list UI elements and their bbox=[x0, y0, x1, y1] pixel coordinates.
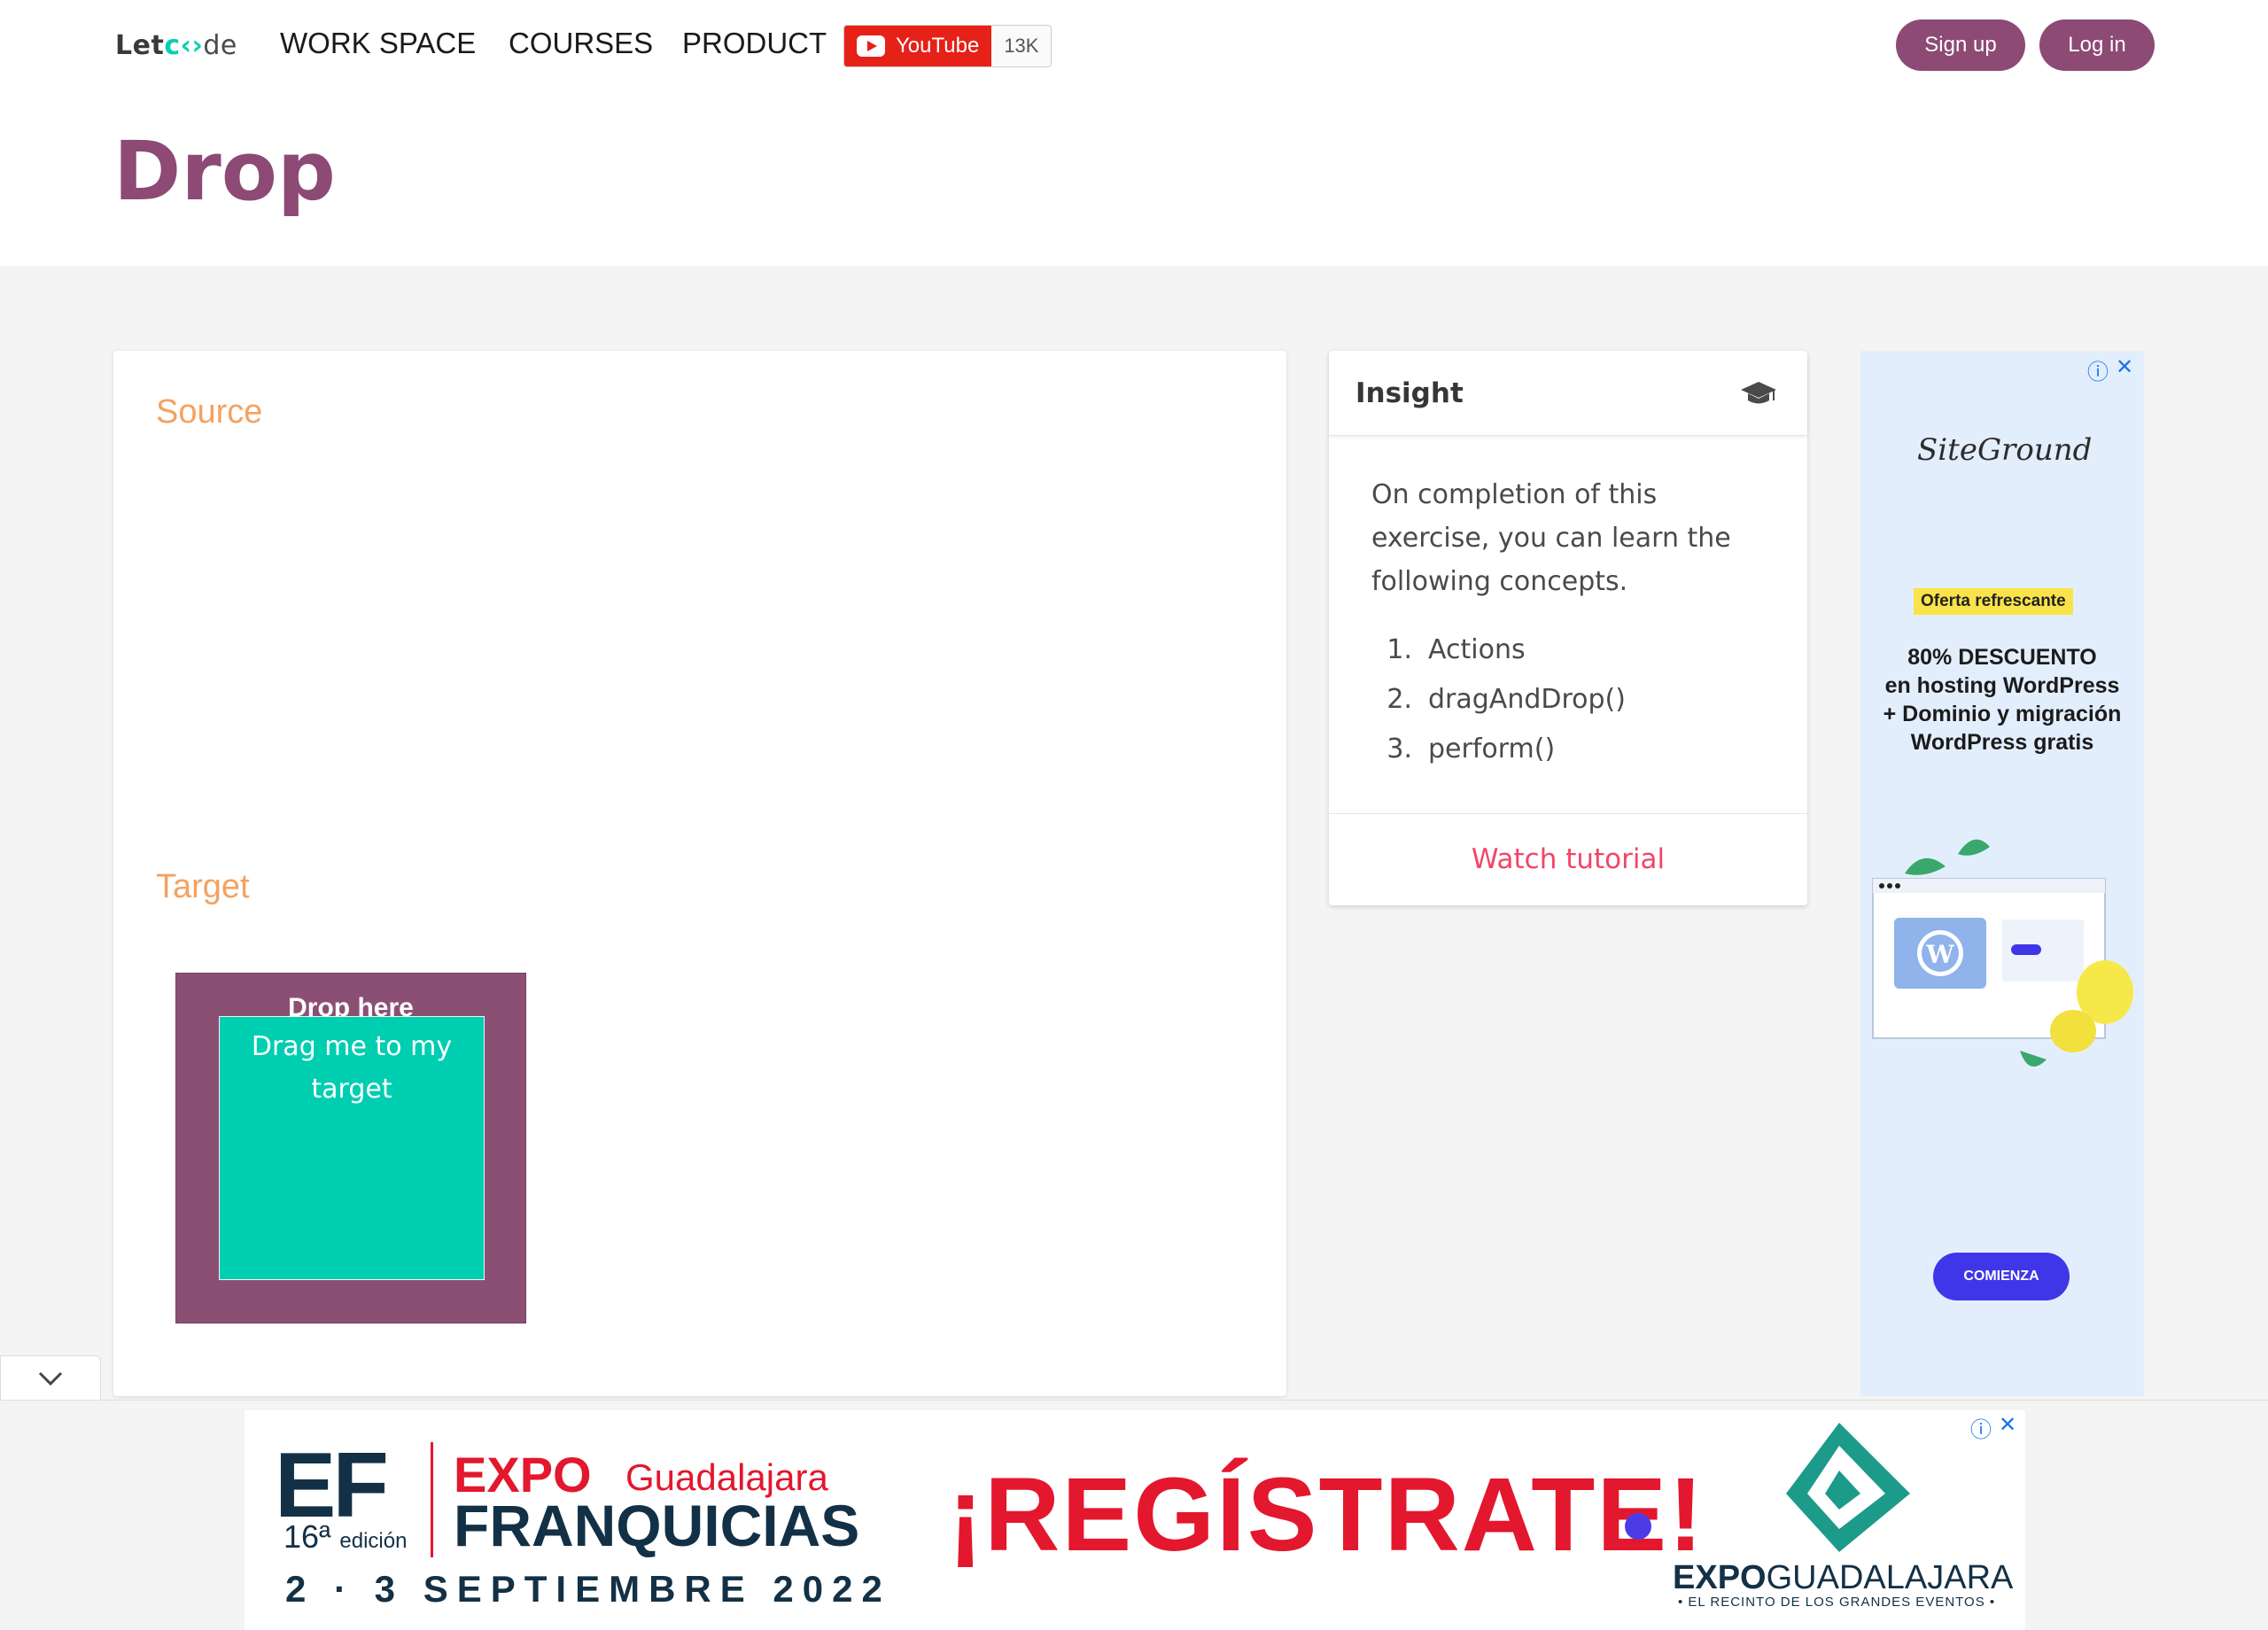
nav-link-courses[interactable]: COURSES bbox=[509, 27, 653, 60]
chevron-down-icon bbox=[38, 1371, 63, 1386]
svg-text:W: W bbox=[1925, 940, 1954, 969]
register-headline: ¡REGÍSTRATE! bbox=[948, 1456, 1705, 1573]
insight-header: Insight bbox=[1329, 351, 1807, 436]
info-icon[interactable]: ⓘ bbox=[1970, 1412, 1992, 1443]
top-navbar: Letc‹›de WORK SPACE COURSES PRODUCT YouT… bbox=[0, 0, 2268, 266]
insight-intro: On completion of this exercise, you can … bbox=[1371, 479, 1731, 597]
close-icon[interactable]: ✕ bbox=[2116, 354, 2133, 379]
nav-link-workspace[interactable]: WORK SPACE bbox=[280, 27, 476, 60]
wordpress-illustration: W bbox=[1872, 839, 2133, 1067]
ad-badge: Oferta refrescante bbox=[1914, 588, 2073, 615]
droppable-target[interactable]: Drop here Drag me to my target bbox=[175, 973, 526, 1323]
signup-button[interactable]: Sign up bbox=[1896, 19, 2025, 71]
login-button[interactable]: Log in bbox=[2039, 19, 2155, 71]
ad-headline: 80% DESCUENTO en hosting WordPress + Dom… bbox=[1883, 645, 2122, 755]
logo-code-glyph: c‹› bbox=[164, 30, 204, 61]
franquicias-label: FRANQUICIAS bbox=[454, 1493, 860, 1558]
siteground-logo: SiteGround bbox=[1917, 432, 2093, 468]
close-icon[interactable]: ✕ bbox=[1999, 1412, 2016, 1437]
youtube-play-icon bbox=[857, 35, 885, 57]
list-item: 2. dragAndDrop() bbox=[1386, 684, 1626, 715]
expo-franquicias-ad[interactable]: EF 16ª edición EXPO Guadalajara FRANQUIC… bbox=[245, 1410, 2025, 1630]
insight-title: Insight bbox=[1355, 376, 1464, 409]
graduation-cap-icon bbox=[1741, 381, 1776, 403]
edition-label: 16ª edición bbox=[284, 1518, 408, 1555]
youtube-subscriber-count: 13K bbox=[991, 26, 1052, 66]
letcode-logo[interactable]: Letc‹›de bbox=[115, 30, 237, 61]
info-icon[interactable]: ⓘ bbox=[2087, 354, 2109, 385]
venue-tagline: • EL RECINTO DE LOS GRANDES EVENTOS • bbox=[1678, 1595, 1996, 1610]
page-title: Drop bbox=[113, 124, 336, 219]
insight-card: Insight On completion of this exercise, … bbox=[1329, 351, 1807, 905]
concept-list: 1. Actions 2. dragAndDrop() 3. perform() bbox=[1371, 628, 1765, 777]
watch-tutorial-link[interactable]: Watch tutorial bbox=[1329, 813, 1807, 904]
drag-drop-workspace: Source Target Drop here Drag me to my ta… bbox=[113, 351, 1286, 1396]
target-label: Target bbox=[156, 868, 250, 905]
draggable-source[interactable]: Drag me to my target bbox=[219, 1016, 485, 1280]
comienza-button[interactable]: COMIENZA bbox=[1933, 1253, 2070, 1300]
youtube-button[interactable]: YouTube bbox=[844, 26, 992, 66]
youtube-subscribe-widget[interactable]: YouTube 13K bbox=[843, 25, 1052, 67]
venue-name: EXPOGUADALAJARA bbox=[1673, 1559, 2014, 1596]
siteground-ad[interactable]: ⓘ ✕ SiteGround Oferta refrescante 80% DE… bbox=[1860, 351, 2144, 1396]
ad-divider bbox=[431, 1442, 433, 1557]
nav-link-product[interactable]: PRODUCT bbox=[682, 27, 827, 60]
collapse-ad-tab[interactable] bbox=[0, 1355, 101, 1400]
list-item: 3. perform() bbox=[1386, 734, 1556, 765]
insight-body: On completion of this exercise, you can … bbox=[1329, 436, 1807, 813]
expo-guadalajara-logo bbox=[1786, 1423, 1910, 1552]
event-date: 2 · 3 SEPTIEMBRE 2022 bbox=[285, 1568, 891, 1610]
decorative-dot bbox=[1625, 1513, 1651, 1540]
list-item: 1. Actions bbox=[1386, 634, 1526, 665]
source-label: Source bbox=[156, 393, 263, 431]
